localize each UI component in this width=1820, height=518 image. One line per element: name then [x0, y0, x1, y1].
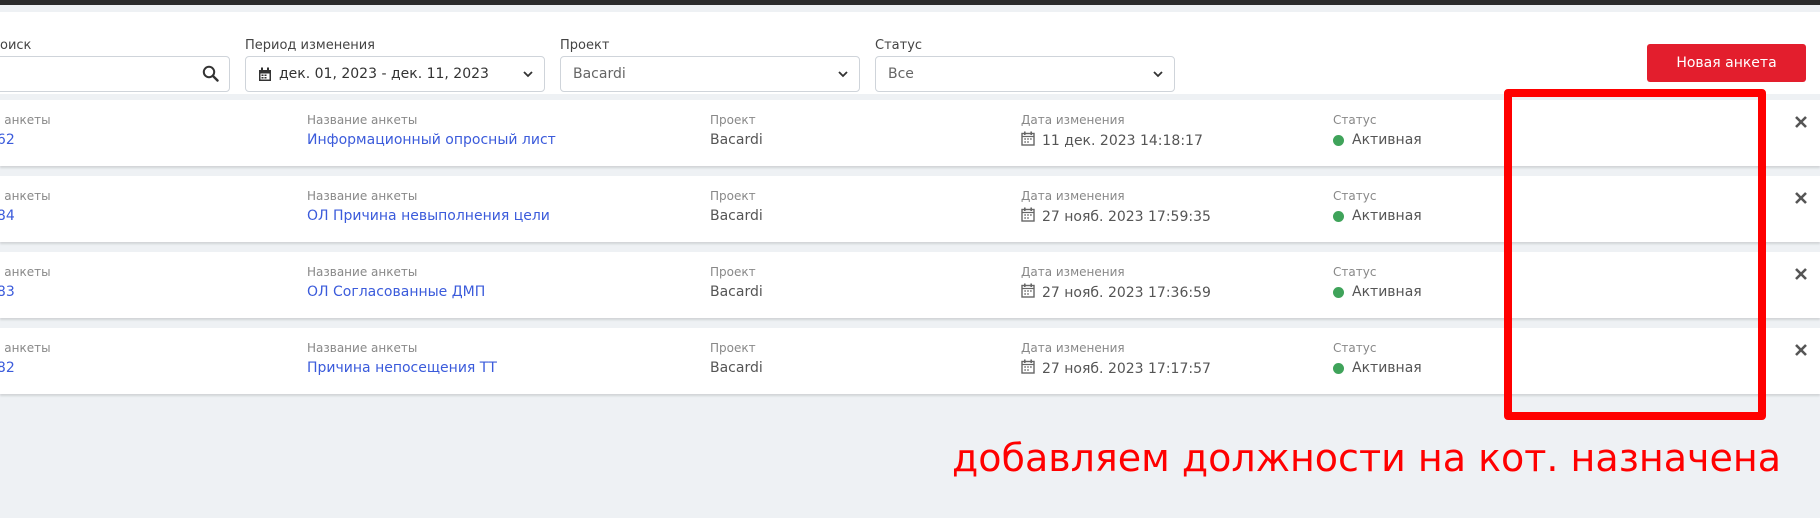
survey-name-link[interactable]: Причина непосещения ТТ — [307, 359, 497, 377]
period-select[interactable]: дек. 01, 2023 - дек. 11, 2023 — [245, 56, 545, 92]
status-value: Активная — [1352, 360, 1422, 376]
annotation-text: добавляем должности на кот. назначена — [952, 436, 1781, 480]
date-value: 11 дек. 2023 14:18:17 — [1042, 133, 1203, 149]
project-label: Проект — [560, 38, 610, 53]
status-column-label: Статус — [1333, 341, 1377, 355]
period-label: Период изменения — [245, 38, 375, 53]
status-column-label: Статус — [1333, 189, 1377, 203]
date-label: Дата изменения — [1021, 189, 1125, 203]
chevron-down-icon — [1152, 68, 1164, 80]
status-dot-icon — [1333, 210, 1344, 222]
top-bar — [0, 0, 1820, 5]
status-value: Активная — [1352, 208, 1422, 224]
project-value: Bacardi — [710, 132, 763, 148]
name-label: Название анкеты — [307, 189, 418, 203]
status-value: Активная — [1352, 284, 1422, 300]
status-column-label: Статус — [1333, 113, 1377, 127]
annotation-highlight-box — [1504, 89, 1766, 420]
project-column-label: Проект — [710, 113, 756, 127]
status-value: Активная — [1352, 132, 1422, 148]
status-select[interactable]: Все — [875, 56, 1175, 92]
number-label: № анкеты — [0, 189, 51, 203]
number-label: № анкеты — [0, 113, 51, 127]
project-value: Bacardi — [573, 66, 626, 82]
date-value: 27 нояб. 2023 17:17:57 — [1042, 361, 1211, 377]
status-label: Статус — [875, 38, 923, 53]
survey-number-link[interactable]: 484 — [0, 207, 51, 225]
survey-number-link[interactable]: 482 — [0, 359, 51, 377]
date-value: 27 нояб. 2023 17:36:59 — [1042, 285, 1211, 301]
close-icon[interactable] — [1793, 342, 1809, 358]
survey-number-link[interactable]: 562 — [0, 131, 51, 149]
survey-name-link[interactable]: Информационный опросный лист — [307, 131, 556, 149]
chevron-down-icon — [522, 68, 534, 80]
calendar-icon — [1021, 359, 1035, 379]
project-column-label: Проект — [710, 189, 756, 203]
search-icon[interactable] — [202, 65, 219, 82]
new-survey-button[interactable]: Новая анкета — [1647, 44, 1806, 82]
chevron-down-icon — [837, 68, 849, 80]
status-column-label: Статус — [1333, 265, 1377, 279]
project-value: Bacardi — [710, 360, 763, 376]
calendar-icon — [258, 67, 272, 82]
number-label: № анкеты — [0, 341, 51, 355]
calendar-icon — [1021, 131, 1035, 151]
calendar-icon — [1021, 207, 1035, 227]
status-value: Все — [888, 66, 914, 82]
date-value: 27 нояб. 2023 17:59:35 — [1042, 209, 1211, 225]
status-dot-icon — [1333, 134, 1344, 146]
name-label: Название анкеты — [307, 265, 418, 279]
search-label: оиск — [0, 38, 32, 53]
status-dot-icon — [1333, 286, 1344, 298]
close-icon[interactable] — [1793, 114, 1809, 130]
project-column-label: Проект — [710, 265, 756, 279]
project-select[interactable]: Bacardi — [560, 56, 860, 92]
search-input[interactable] — [0, 56, 230, 92]
calendar-icon — [1021, 283, 1035, 303]
project-value: Bacardi — [710, 208, 763, 224]
status-dot-icon — [1333, 362, 1344, 374]
close-icon[interactable] — [1793, 266, 1809, 282]
project-column-label: Проект — [710, 341, 756, 355]
date-label: Дата изменения — [1021, 113, 1125, 127]
survey-number-link[interactable]: 483 — [0, 283, 51, 301]
name-label: Название анкеты — [307, 113, 418, 127]
project-value: Bacardi — [710, 284, 763, 300]
survey-name-link[interactable]: ОЛ Причина невыполнения цели — [307, 207, 550, 225]
filter-panel: оиск Период изменения дек. 01, 2023 - де… — [0, 12, 1820, 94]
close-icon[interactable] — [1793, 190, 1809, 206]
survey-name-link[interactable]: ОЛ Согласованные ДМП — [307, 283, 485, 301]
date-label: Дата изменения — [1021, 341, 1125, 355]
name-label: Название анкеты — [307, 341, 418, 355]
period-value: дек. 01, 2023 - дек. 11, 2023 — [279, 66, 489, 82]
date-label: Дата изменения — [1021, 265, 1125, 279]
number-label: № анкеты — [0, 265, 51, 279]
